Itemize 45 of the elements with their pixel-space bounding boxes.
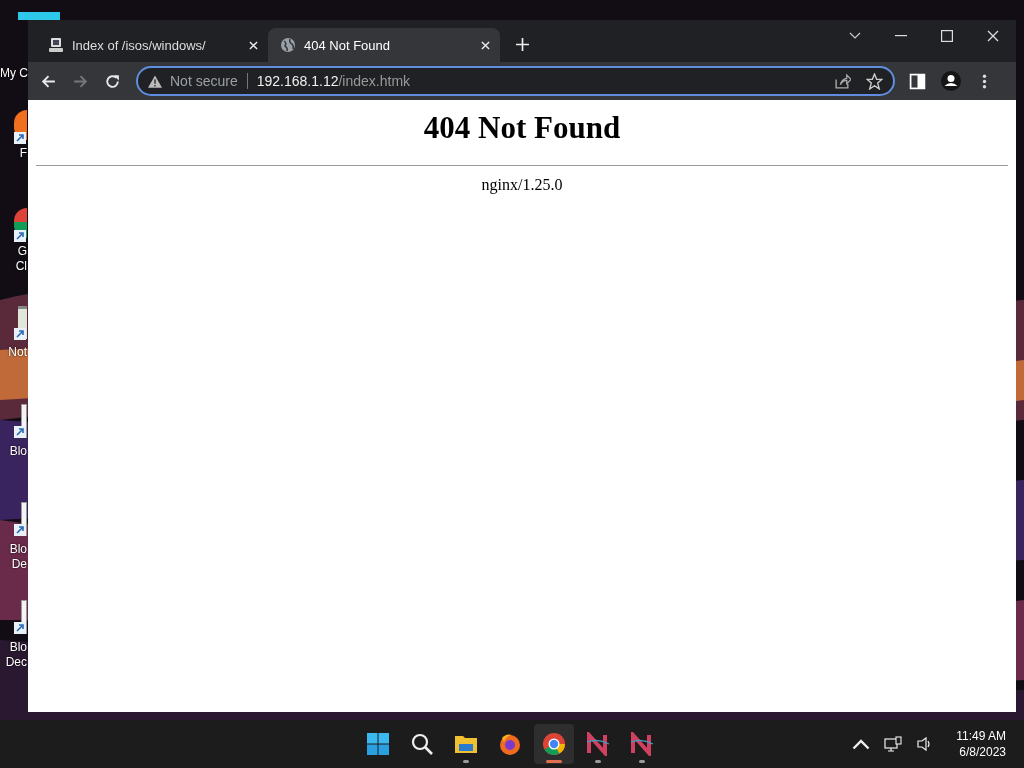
n-logo-icon bbox=[630, 732, 654, 756]
desktop-icon-label: Blo bbox=[9, 640, 27, 655]
security-label: Not secure bbox=[170, 73, 238, 89]
shortcut-arrow-icon bbox=[14, 230, 26, 242]
search-icon bbox=[410, 732, 434, 756]
close-icon[interactable] bbox=[987, 30, 999, 42]
browser-tab[interactable]: Index of /isos/windows/ bbox=[36, 28, 268, 62]
close-tab-icon[interactable] bbox=[481, 40, 490, 50]
reload-icon[interactable] bbox=[104, 72, 121, 90]
desktop-icon-label: G bbox=[17, 244, 27, 259]
desktop-icon-label: Not bbox=[8, 345, 27, 360]
desktop-icon-label: My C bbox=[0, 66, 28, 81]
desktop-icon-label: Cl bbox=[15, 259, 27, 274]
desktop-icon-label: De bbox=[11, 557, 27, 572]
server-icon bbox=[48, 37, 64, 53]
shortcut-arrow-icon bbox=[14, 328, 26, 340]
share-icon[interactable] bbox=[834, 72, 851, 90]
page-heading: 404 Not Found bbox=[422, 110, 622, 146]
time-text: 11:49 AM bbox=[956, 728, 1006, 744]
desktop-icon-label: F bbox=[19, 146, 27, 161]
side-panel-icon[interactable] bbox=[909, 72, 926, 90]
n-logo-icon bbox=[586, 732, 610, 756]
desktop-icon-label: Blo bbox=[9, 444, 27, 459]
close-tab-icon[interactable] bbox=[249, 40, 258, 50]
address-bar[interactable]: Not secure 192.168.1.12/index.htmk bbox=[136, 66, 895, 96]
url-text: 192.168.1.12/index.htmk bbox=[256, 73, 411, 89]
desktop-icon-label: Dec bbox=[5, 655, 27, 670]
shortcut-arrow-icon bbox=[14, 426, 26, 438]
shortcut-arrow-icon bbox=[14, 132, 26, 144]
desktop-icon-label: Blo bbox=[9, 542, 27, 557]
warning-icon bbox=[148, 74, 162, 88]
network-icon[interactable] bbox=[884, 736, 903, 752]
taskbar-app-button[interactable] bbox=[534, 724, 574, 764]
server-version-text: nginx/1.25.0 bbox=[481, 176, 563, 193]
shortcut-arrow-icon bbox=[14, 524, 26, 536]
shortcut-arrow-icon bbox=[14, 622, 26, 634]
star-icon[interactable] bbox=[866, 72, 883, 90]
maximize-icon[interactable] bbox=[941, 30, 953, 42]
new-tab-icon[interactable] bbox=[516, 38, 529, 51]
date-text: 6/8/2023 bbox=[959, 744, 1006, 760]
profile-icon[interactable] bbox=[941, 71, 961, 91]
clock[interactable]: 11:49 AM 6/8/2023 bbox=[956, 728, 1006, 760]
browser-tab[interactable]: 404 Not Found bbox=[268, 28, 500, 62]
windows-logo-icon bbox=[366, 732, 390, 756]
globe-icon bbox=[280, 37, 296, 53]
